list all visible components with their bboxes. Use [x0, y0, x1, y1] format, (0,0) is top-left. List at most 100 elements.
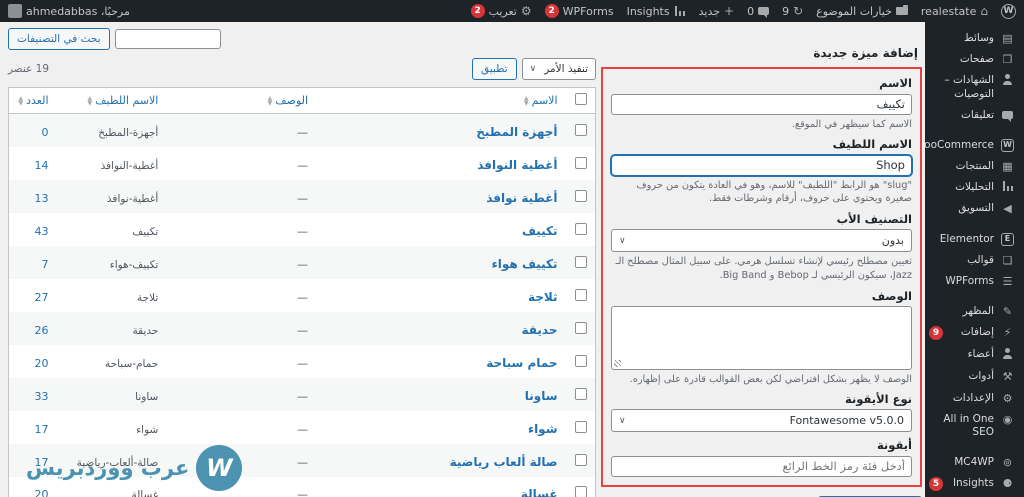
row-checkbox-cell	[566, 345, 596, 378]
row-checkbox[interactable]	[575, 420, 587, 433]
table-row: تكييف — تكييف 43	[9, 213, 596, 246]
row-checkbox[interactable]	[575, 453, 587, 466]
sort-by-count-header[interactable]: العدد ▲ ▼	[8, 87, 57, 114]
updates-link[interactable]: ↻ 9	[782, 5, 803, 18]
sidebar-item-media[interactable]: ▤ وسائط	[925, 28, 1024, 49]
term-name-link[interactable]: حديقة	[522, 323, 558, 337]
tools-icon: ⚒	[1002, 370, 1013, 384]
term-name-link[interactable]: حمام سباحة	[486, 356, 557, 370]
translate-menu[interactable]: ⚙ تعريب 2	[470, 4, 532, 18]
plugin-icon: ⚡	[1003, 326, 1012, 340]
row-checkbox-cell	[566, 477, 596, 497]
sidebar-item-users[interactable]: أعضاء	[925, 344, 1024, 366]
sidebar-item-tools[interactable]: ⚒ أدوات	[925, 366, 1024, 387]
sidebar-item-elementor[interactable]: E Elementor	[925, 229, 1024, 250]
name-field[interactable]	[611, 93, 912, 115]
term-description: —	[297, 455, 309, 469]
sidebar-item-marketing[interactable]: ◀ التسويق	[925, 198, 1024, 219]
sidebar-item-wpforms[interactable]: ☰ WPForms	[925, 271, 1024, 292]
term-name-link[interactable]: أغطية نوافذ	[486, 191, 557, 205]
sidebar-item-testimonials[interactable]: الشهادات – التوصيات	[925, 70, 1024, 104]
sidebar-item-products[interactable]: ▦ المنتجات	[925, 156, 1024, 177]
term-count-link[interactable]: 20	[35, 357, 49, 370]
items-count: 19 عنصر	[8, 63, 50, 75]
term-count-link[interactable]: 13	[35, 192, 49, 205]
search-input[interactable]	[114, 29, 221, 49]
wordpress-logo-menu[interactable]: W	[1001, 3, 1016, 19]
row-checkbox[interactable]	[575, 486, 587, 497]
sidebar-item-settings[interactable]: ⚙ الإعدادات	[925, 388, 1024, 409]
apply-button[interactable]: تطبيق	[472, 58, 517, 80]
term-count-link[interactable]: 26	[35, 324, 49, 337]
term-name-link[interactable]: غسالة	[521, 487, 558, 497]
term-count-link[interactable]: 43	[35, 225, 49, 238]
wpforms-menu[interactable]: WPForms 2	[544, 4, 614, 18]
parent-category-value: بدون	[881, 234, 904, 248]
user-account-menu[interactable]: مرحبًا، ahmedabbas	[8, 4, 130, 18]
sidebar-item-templates[interactable]: ❏ قوالب	[925, 250, 1024, 271]
term-count-link[interactable]: 27	[35, 291, 49, 304]
comments-link[interactable]: 0	[747, 5, 770, 18]
row-checkbox[interactable]	[575, 387, 587, 400]
term-count-link[interactable]: 7	[42, 258, 49, 271]
term-count-link[interactable]: 17	[35, 423, 49, 436]
term-name-link[interactable]: صالة ألعاب رياضية	[450, 455, 558, 469]
term-description: —	[297, 125, 309, 139]
theme-options-link[interactable]: خيارات الموضوع	[816, 5, 908, 18]
row-checkbox[interactable]	[575, 222, 587, 235]
sidebar-item-pages[interactable]: ❐ صفحات	[925, 49, 1024, 70]
parent-category-select[interactable]: بدون ∨	[611, 229, 912, 253]
term-name-link[interactable]: ثلاجة	[528, 290, 558, 304]
sidebar-item-mc4wp[interactable]: ⊚ MC4WP	[925, 452, 1024, 473]
site-name-link[interactable]: ⌂ realestate	[921, 5, 988, 18]
term-name-link[interactable]: أجهزة المطبخ	[476, 125, 557, 139]
term-count-link[interactable]: 14	[35, 159, 49, 172]
sidebar-item-label: أدوات	[968, 370, 994, 383]
term-slug: تكييف	[132, 225, 159, 238]
sort-by-description-header[interactable]: الوصف ▲ ▼	[166, 87, 317, 114]
site-name-label: realestate	[920, 4, 977, 18]
term-name-link[interactable]: أغطية النوافذ	[477, 158, 557, 172]
sidebar-item-woocommerce[interactable]: W WooCommerce	[925, 135, 1024, 156]
description-textarea[interactable]	[611, 305, 912, 370]
row-checkbox[interactable]	[575, 288, 587, 301]
mailchimp-icon: ⊚	[1002, 456, 1013, 469]
sidebar-item-label: إضافات	[960, 326, 994, 339]
term-name-link[interactable]: تكييف هواء	[492, 257, 558, 271]
row-checkbox[interactable]	[575, 156, 587, 169]
sidebar-item-label: WPForms	[945, 274, 994, 287]
settings-icon: ⚙	[1002, 391, 1013, 405]
row-checkbox[interactable]	[575, 189, 587, 202]
description-header-label: الوصف	[275, 94, 309, 107]
term-name-link[interactable]: تكييف	[522, 224, 558, 238]
sort-by-name-header[interactable]: الاسم ▲ ▼	[316, 87, 566, 114]
new-content-menu[interactable]: + جديد	[699, 5, 734, 18]
term-count-link[interactable]: 0	[42, 126, 49, 139]
row-checkbox[interactable]	[575, 354, 587, 367]
sidebar-item-analytics[interactable]: التحليلات	[925, 177, 1024, 198]
sidebar-item-plugins[interactable]: ⚡ إضافات 9	[925, 322, 1024, 344]
row-checkbox[interactable]	[575, 123, 587, 136]
icon-type-label: نوع الأيقونة	[845, 392, 912, 407]
sidebar-item-appearance[interactable]: ✎ المظهر	[925, 301, 1024, 322]
term-slug: أغطية-نوافذ	[106, 192, 159, 205]
sidebar-item-insights[interactable]: ⚈ Insights 5	[925, 473, 1024, 495]
sidebar-item-aioseo[interactable]: ◉ All in One SEO	[925, 409, 1024, 443]
row-checkbox[interactable]	[575, 321, 587, 334]
term-count-link[interactable]: 33	[35, 390, 49, 403]
bulk-action-select[interactable]: تنفيذ الأمر ∨	[521, 58, 596, 80]
sort-icon: ▲ ▼	[524, 95, 529, 107]
icon-type-select[interactable]: Fontawesome v5.0.0 ∨	[611, 409, 912, 433]
row-checkbox[interactable]	[575, 255, 587, 268]
bulk-action-value: تنفيذ الأمر	[544, 63, 588, 75]
select-all-checkbox[interactable]	[575, 93, 587, 105]
translate-label: تعريب	[488, 4, 517, 18]
insights-menu[interactable]: Insights	[627, 5, 686, 18]
term-name-link[interactable]: شواء	[528, 422, 558, 436]
icon-field[interactable]	[611, 455, 912, 477]
search-terms-button[interactable]: بحث في التصنيفات	[8, 28, 110, 50]
sort-by-slug-header[interactable]: الاسم اللطيف ▲ ▼	[56, 87, 167, 114]
slug-field[interactable]	[611, 154, 912, 176]
sidebar-item-comments[interactable]: تعليقات	[925, 105, 1024, 126]
term-name-link[interactable]: ساونا	[525, 389, 558, 403]
